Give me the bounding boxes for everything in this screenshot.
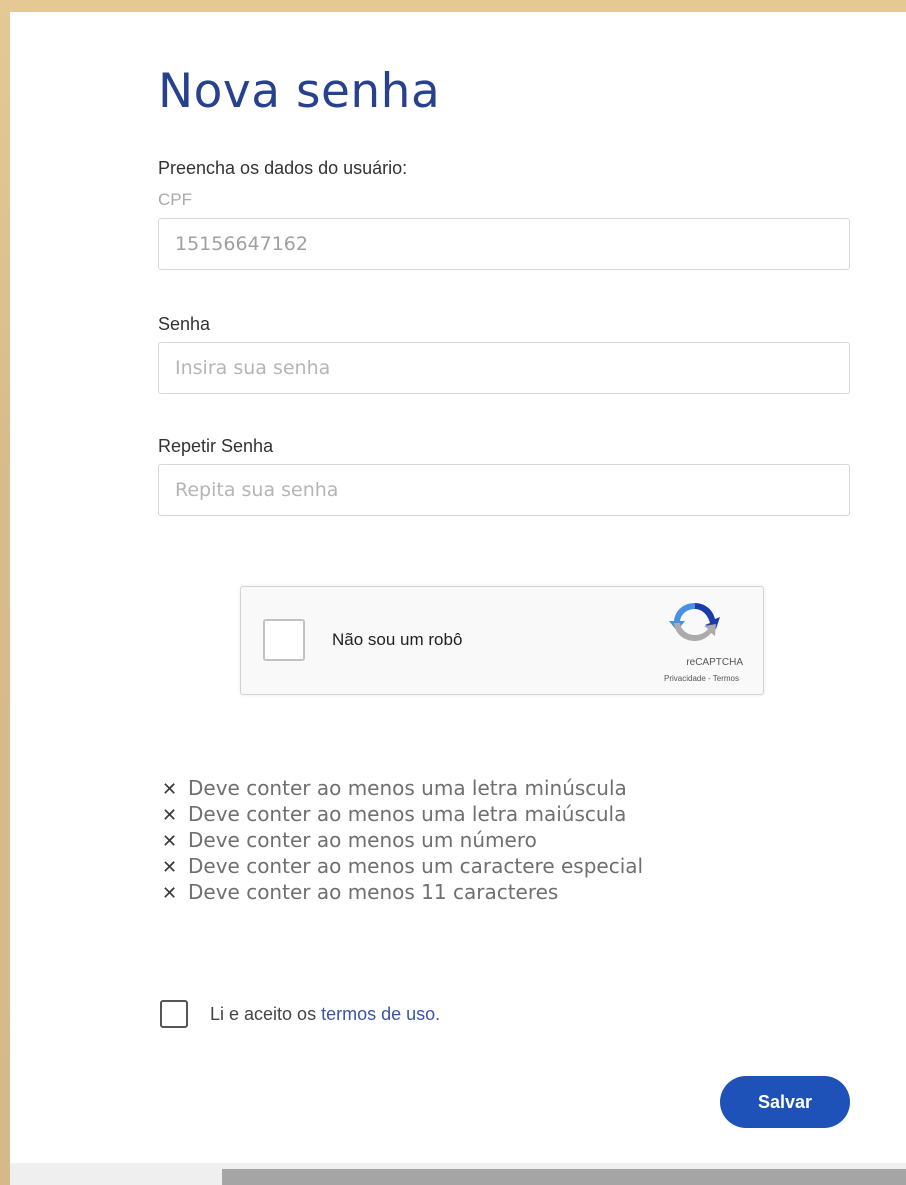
password-rule-text: Deve conter ao menos uma letra maiúscula (188, 802, 627, 826)
cpf-label: CPF (158, 190, 192, 209)
terms-checkbox[interactable] (160, 1000, 188, 1028)
recaptcha-links: Privacidade - Termos (664, 674, 739, 683)
recaptcha-terms-link[interactable]: Termos (713, 674, 739, 683)
recaptcha-privacy-link[interactable]: Privacidade (664, 674, 706, 683)
terms-of-use-link[interactable]: termos de uso. (321, 1004, 440, 1025)
cpf-field[interactable] (158, 218, 850, 270)
recaptcha-label: Não sou um robô (332, 630, 463, 649)
password-label: Senha (158, 314, 211, 334)
close-icon: ✕ (162, 831, 178, 852)
password-rule-text: Deve conter ao menos um número (188, 828, 537, 852)
password-rule: ✕ Deve conter ao menos uma letra minúscul… (162, 776, 643, 802)
form-intro-text: Preencha os dados do usuário: (158, 158, 408, 178)
password-rule: ✕ Deve conter ao menos uma letra maiúscul… (162, 802, 643, 828)
password-rule: ✕ Deve conter ao menos um caractere espec… (162, 854, 643, 880)
page-title: Nova senha (158, 64, 441, 119)
password-field[interactable] (158, 342, 850, 394)
new-password-card: Nova senha Preencha os dados do usuário:… (10, 12, 906, 1185)
repeat-password-field[interactable] (158, 464, 850, 516)
password-rule-text: Deve conter ao menos uma letra minúscula (188, 776, 627, 800)
password-rule: ✕ Deve conter ao menos 11 caracteres (162, 880, 643, 906)
close-icon: ✕ (162, 883, 178, 904)
recaptcha-widget: Não sou um robô reCAPTCHA Privacidade - … (240, 586, 764, 695)
recaptcha-checkbox[interactable] (263, 619, 305, 661)
password-rule-text: Deve conter ao menos 11 caracteres (188, 880, 559, 904)
terms-consent: Li e aceito os termos de uso. (160, 1000, 440, 1028)
close-icon: ✕ (162, 779, 178, 800)
scrollbar-thumb[interactable] (222, 1169, 906, 1185)
repeat-password-label: Repetir Senha (158, 436, 274, 456)
save-button[interactable]: Salvar (720, 1076, 850, 1128)
close-icon: ✕ (162, 857, 178, 878)
password-rule-text: Deve conter ao menos um caractere especi… (188, 854, 644, 878)
password-rule: ✕ Deve conter ao menos um número (162, 828, 643, 854)
close-icon: ✕ (162, 805, 178, 826)
horizontal-scrollbar[interactable] (10, 1163, 906, 1185)
terms-text: Li e aceito os (210, 1003, 317, 1024)
recaptcha-link-separator: - (705, 674, 713, 683)
password-rules-list: ✕ Deve conter ao menos uma letra minúscul… (162, 776, 643, 906)
recaptcha-logo-icon (669, 603, 720, 641)
recaptcha-brand: reCAPTCHA (686, 657, 743, 668)
